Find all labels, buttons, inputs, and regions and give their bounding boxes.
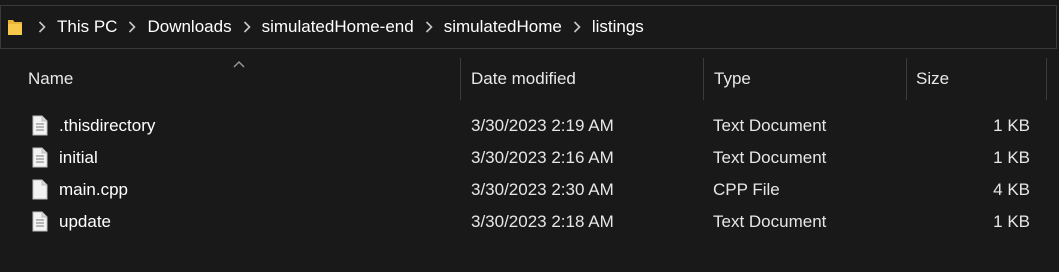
file-type: Text Document	[713, 116, 827, 135]
column-divider[interactable]	[703, 58, 704, 100]
address-bar[interactable]: This PC Downloads simulatedHome-end simu…	[0, 5, 1057, 49]
breadcrumb: This PC Downloads simulatedHome-end simu…	[31, 17, 648, 37]
file-date-modified: 3/30/2023 2:16 AM	[471, 148, 614, 167]
breadcrumb-item-listings[interactable]: listings	[588, 17, 648, 37]
column-header-date-modified[interactable]: Date modified	[471, 58, 701, 100]
column-divider[interactable]	[906, 58, 907, 100]
blank-file-icon	[32, 179, 48, 200]
file-size: 1 KB	[993, 148, 1030, 167]
file-size: 1 KB	[993, 116, 1030, 135]
column-header-type[interactable]: Type	[714, 58, 904, 100]
file-size: 1 KB	[993, 212, 1030, 231]
file-name[interactable]: initial	[59, 142, 98, 174]
breadcrumb-item-downloads[interactable]: Downloads	[143, 17, 235, 37]
column-header-size[interactable]: Size	[916, 58, 1046, 100]
column-header-name[interactable]: Name	[28, 58, 458, 100]
column-header-row: Name Date modified Type Size	[0, 58, 1059, 100]
file-row[interactable]: .thisdirectory 3/30/2023 2:19 AM Text Do…	[0, 110, 1059, 142]
file-date-modified: 3/30/2023 2:19 AM	[471, 116, 614, 135]
file-name[interactable]: .thisdirectory	[59, 110, 155, 142]
column-divider[interactable]	[1046, 58, 1047, 100]
file-date-modified: 3/30/2023 2:30 AM	[471, 180, 614, 199]
column-divider[interactable]	[460, 58, 461, 100]
breadcrumb-item-simulatedhome-end[interactable]: simulatedHome-end	[258, 17, 418, 37]
text-file-icon	[32, 147, 48, 168]
file-list: .thisdirectory 3/30/2023 2:19 AM Text Do…	[0, 110, 1059, 238]
file-name[interactable]: update	[59, 206, 111, 238]
breadcrumb-item-simulatedhome[interactable]: simulatedHome	[440, 17, 566, 37]
file-type: CPP File	[713, 180, 780, 199]
file-size: 4 KB	[993, 180, 1030, 199]
file-row[interactable]: update 3/30/2023 2:18 AM Text Document 1…	[0, 206, 1059, 238]
file-date-modified: 3/30/2023 2:18 AM	[471, 212, 614, 231]
file-type: Text Document	[713, 212, 827, 231]
file-name[interactable]: main.cpp	[59, 174, 128, 206]
text-file-icon	[32, 115, 48, 136]
chevron-right-icon[interactable]	[121, 21, 143, 33]
breadcrumb-item-this-pc[interactable]: This PC	[53, 17, 121, 37]
chevron-right-icon[interactable]	[566, 21, 588, 33]
chevron-right-icon[interactable]	[418, 21, 440, 33]
chevron-right-icon[interactable]	[31, 21, 53, 33]
file-row[interactable]: initial 3/30/2023 2:16 AM Text Document …	[0, 142, 1059, 174]
chevron-right-icon[interactable]	[236, 21, 258, 33]
file-row[interactable]: main.cpp 3/30/2023 2:30 AM CPP File 4 KB	[0, 174, 1059, 206]
file-type: Text Document	[713, 148, 827, 167]
folder-icon	[7, 16, 25, 38]
text-file-icon	[32, 211, 48, 232]
